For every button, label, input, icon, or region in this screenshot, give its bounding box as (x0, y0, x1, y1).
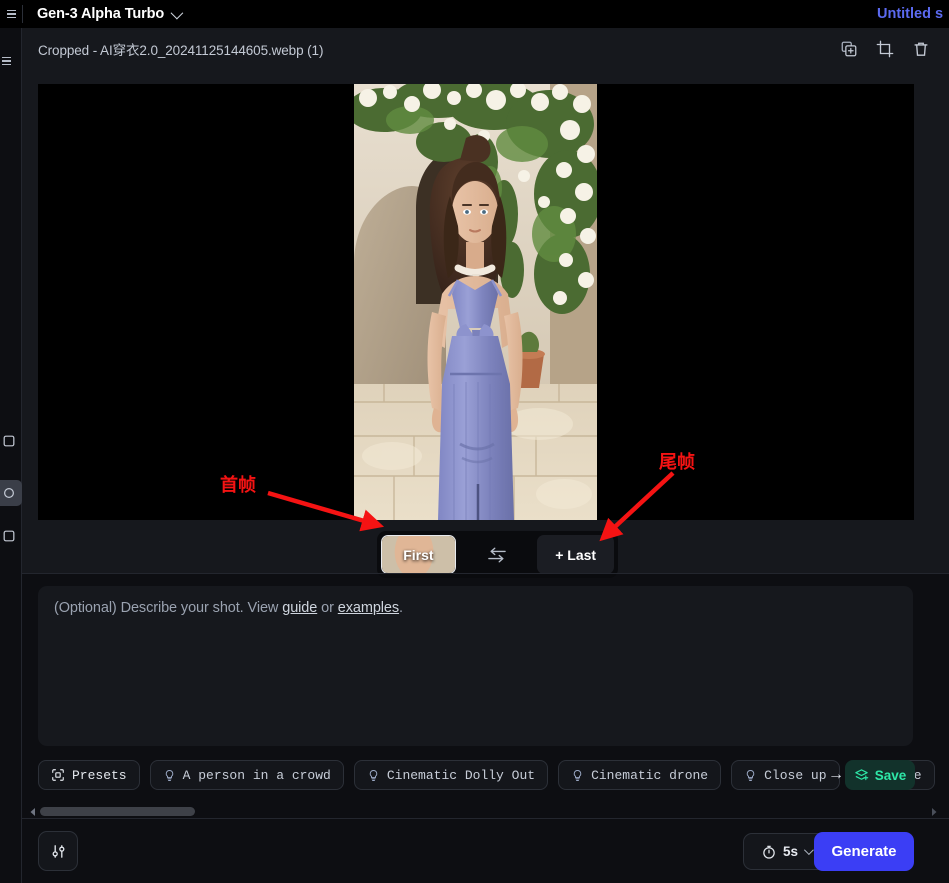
prompt-placeholder: (Optional) Describe your shot. View guid… (54, 600, 897, 616)
left-sidebar (0, 28, 22, 883)
duplicate-plus-icon (841, 41, 857, 57)
duration-value: 5s (782, 844, 799, 859)
divider (22, 573, 949, 574)
presets-scroll-right[interactable]: → (828, 766, 844, 784)
divider (22, 818, 949, 819)
first-frame-button[interactable]: First (381, 535, 456, 574)
presets-row: Presets A person in a crowd Cinematic Dol… (38, 759, 949, 791)
presets-chips: Presets A person in a crowd Cinematic Dol… (38, 759, 949, 791)
annotation-last-frame: 尾帧 (659, 452, 695, 473)
stopwatch-icon (763, 845, 775, 859)
swap-arrows-icon (487, 547, 506, 562)
delete-button[interactable] (910, 38, 932, 60)
prompt-input[interactable]: (Optional) Describe your shot. View guid… (38, 586, 913, 746)
preset-chip-label: A person in a crowd (182, 767, 331, 783)
canvas-stage[interactable] (38, 84, 914, 520)
model-name: Gen-3 Alpha Turbo (37, 6, 165, 22)
chevron-down-icon (803, 845, 814, 856)
preset-chip[interactable]: Cinematic drone (558, 760, 722, 790)
sidebar-item-assets[interactable] (0, 428, 22, 454)
swap-frames-button[interactable] (456, 535, 538, 574)
image-editor-panel: Cropped - AI穿衣2.0_20241125144605.webp (1… (22, 28, 949, 578)
chevron-down-icon (170, 6, 184, 19)
sidebar-item-selected-tool[interactable] (0, 480, 22, 506)
trash-icon (914, 42, 928, 56)
presets-button[interactable]: Presets (38, 760, 140, 790)
last-frame-label: + Last (555, 546, 597, 563)
scrollbar-thumb[interactable] (40, 807, 195, 816)
preset-chip-label: Cinematic Dolly Out (386, 767, 536, 783)
source-image[interactable] (354, 84, 597, 520)
circle-icon (4, 488, 14, 498)
frame-target-icon (52, 769, 64, 781)
duplicate-button[interactable] (838, 38, 860, 60)
sidebar-item-menu[interactable] (0, 48, 22, 74)
examples-link[interactable]: examples (338, 600, 399, 616)
first-frame-label: First (403, 546, 434, 563)
preset-chip[interactable]: Cinematic Dolly Out (353, 760, 549, 790)
layers-plus-icon (855, 768, 868, 780)
save-label: Save (874, 767, 907, 783)
session-title[interactable]: Untitled s (877, 6, 949, 22)
lightbulb-icon (369, 769, 378, 781)
panel-title: Cropped - AI穿衣2.0_20241125144605.webp (1… (38, 43, 324, 58)
sidebar-item-library[interactable] (0, 523, 22, 549)
settings-button[interactable] (38, 831, 78, 871)
guide-link[interactable]: guide (282, 600, 317, 616)
top-bar: Gen-3 Alpha Turbo Untitled s (0, 0, 949, 28)
triangle-left-icon[interactable] (28, 807, 38, 817)
last-frame-button[interactable]: + Last (537, 535, 614, 574)
lightbulb-icon (573, 769, 582, 781)
preset-chip-label: Close up (764, 767, 827, 783)
lightbulb-icon (746, 769, 755, 781)
generated-photo (354, 84, 597, 520)
square-icon (3, 530, 15, 542)
presets-label: Presets (72, 767, 127, 783)
horizontal-scrollbar[interactable] (22, 804, 949, 819)
prompt-placeholder-suffix: . (399, 600, 403, 616)
menu-button[interactable] (0, 0, 22, 28)
sliders-icon (52, 844, 64, 858)
prompt-placeholder-prefix: (Optional) Describe your shot. View (54, 600, 283, 616)
lightbulb-icon (165, 769, 173, 781)
panel-header: Cropped - AI穿衣2.0_20241125144605.webp (1… (22, 28, 949, 70)
hamburger-icon (6, 9, 16, 19)
crop-button[interactable] (874, 38, 896, 60)
save-button[interactable]: Save (845, 760, 915, 790)
preset-chip[interactable]: A person in a crowd (149, 760, 344, 790)
generate-label: Generate (831, 843, 897, 860)
square-icon (3, 435, 15, 447)
hamburger-icon (2, 56, 11, 66)
model-selector[interactable]: Gen-3 Alpha Turbo (23, 6, 184, 22)
preset-chip[interactable]: Close up (731, 760, 840, 790)
panel-actions (838, 38, 949, 60)
preset-chip-label: Cinematic drone (591, 767, 709, 783)
generate-button[interactable]: Generate (814, 832, 914, 871)
app-root: Gen-3 Alpha Turbo Untitled s Cropped - A… (0, 0, 949, 883)
bottom-bar: 5s Generate (22, 820, 949, 883)
frame-selector: First + Last (377, 531, 618, 578)
crop-icon (876, 40, 894, 58)
annotation-first-frame: 首帧 (220, 475, 256, 496)
triangle-right-icon[interactable] (929, 807, 939, 817)
prompt-placeholder-mid: or (317, 600, 338, 616)
